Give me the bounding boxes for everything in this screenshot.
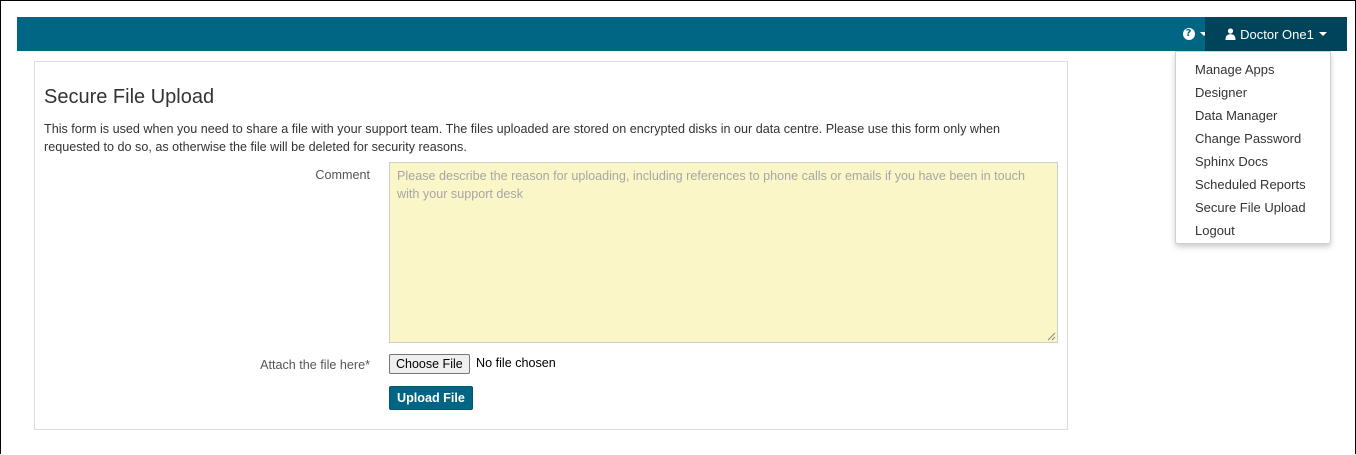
menu-item-manage-apps[interactable]: Manage Apps: [1176, 58, 1330, 81]
user-dropdown-menu: Manage Apps Designer Data Manager Change…: [1175, 51, 1331, 244]
attach-file-label: Attach the file here*: [260, 358, 370, 372]
page-title: Secure File Upload: [44, 86, 215, 108]
comment-textarea[interactable]: [389, 162, 1058, 343]
menu-item-data-manager[interactable]: Data Manager: [1176, 104, 1330, 127]
menu-item-scheduled-reports[interactable]: Scheduled Reports: [1176, 173, 1330, 196]
user-icon: [1225, 28, 1236, 40]
no-file-chosen-text: No file chosen: [476, 356, 556, 370]
form-description: This form is used when you need to share…: [44, 122, 1001, 154]
upload-file-button[interactable]: Upload File: [389, 386, 473, 410]
user-name: Doctor One1: [1240, 26, 1314, 42]
question-circle-icon: ?: [1182, 28, 1195, 40]
resize-grip-icon[interactable]: [1046, 331, 1056, 341]
user-menu-button[interactable]: Doctor One1: [1205, 17, 1347, 51]
comment-label: Comment: [315, 168, 370, 182]
menu-item-secure-file-upload[interactable]: Secure File Upload: [1176, 196, 1330, 219]
caret-down-icon: [1318, 32, 1327, 36]
choose-file-button[interactable]: Choose File: [389, 354, 470, 374]
menu-item-logout[interactable]: Logout: [1176, 219, 1330, 242]
top-navbar: ? Doctor One1: [17, 17, 1347, 51]
menu-item-designer[interactable]: Designer: [1176, 81, 1330, 104]
menu-item-change-password[interactable]: Change Password: [1176, 127, 1330, 150]
menu-item-sphinx-docs[interactable]: Sphinx Docs: [1176, 150, 1330, 173]
